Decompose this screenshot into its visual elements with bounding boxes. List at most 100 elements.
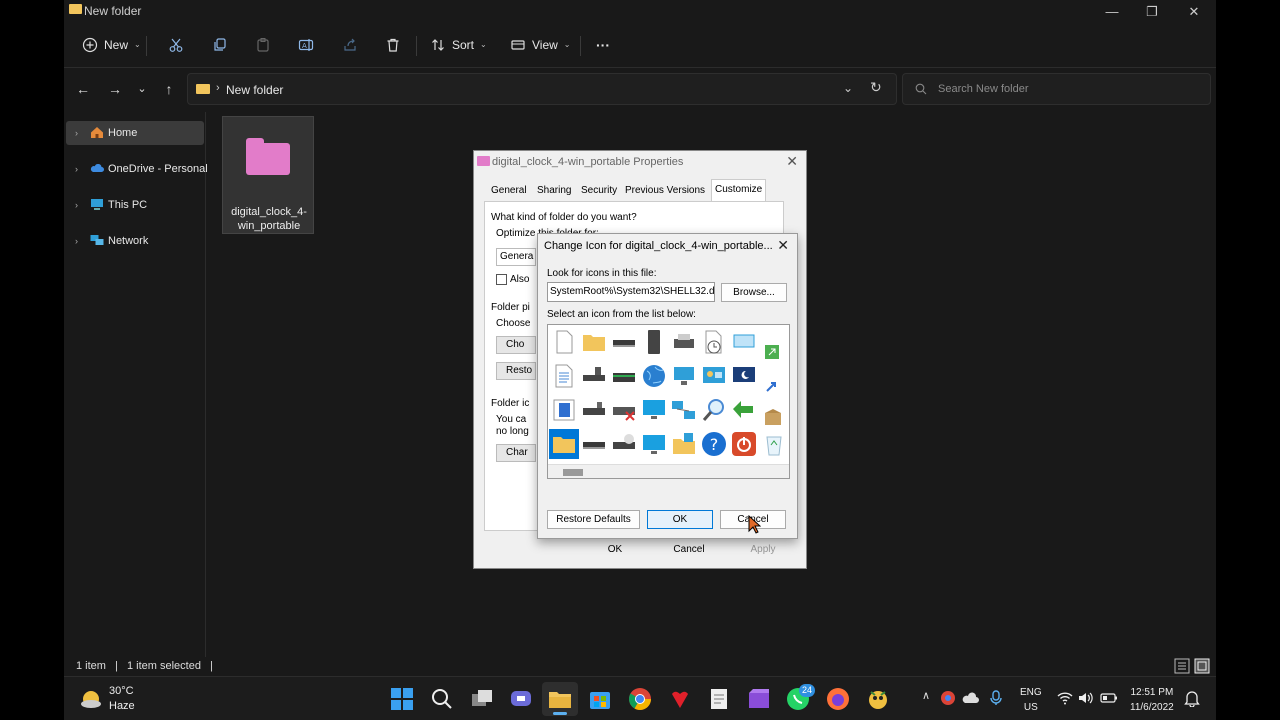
also-apply-checkbox[interactable] xyxy=(496,274,507,285)
change-icon-button[interactable]: Char xyxy=(496,444,536,462)
sidebar-item-onedrive[interactable]: › OneDrive - Personal xyxy=(66,157,208,181)
refresh-button[interactable]: ↻ xyxy=(870,79,882,96)
copy-button[interactable] xyxy=(212,34,228,56)
ok-button[interactable]: OK xyxy=(582,541,648,559)
sidebar-item-this-pc[interactable]: › This PC xyxy=(66,193,204,217)
hard-drive-icon[interactable] xyxy=(611,363,637,389)
folder-grid-icon[interactable] xyxy=(671,431,697,457)
cd-drive-icon[interactable] xyxy=(611,431,637,457)
cancel-button[interactable]: Cancel xyxy=(656,541,722,559)
folder-item[interactable]: digital_clock_4-win_portable xyxy=(222,116,314,234)
close-button[interactable]: ✕ xyxy=(786,153,798,170)
globe-icon[interactable] xyxy=(641,363,667,389)
back-button[interactable]: ← xyxy=(72,80,94,98)
network-computer-icon[interactable] xyxy=(671,363,697,389)
delete-button[interactable] xyxy=(385,34,401,56)
search-icon[interactable] xyxy=(429,686,455,712)
huawei-icon[interactable] xyxy=(667,686,693,712)
choose-file-button[interactable]: Cho xyxy=(496,336,536,354)
display-icon[interactable] xyxy=(641,431,667,457)
tab-security[interactable]: Security xyxy=(578,181,620,201)
breadcrumb[interactable]: New folder xyxy=(226,83,283,97)
forward-button[interactable]: → xyxy=(104,80,126,98)
apply-button[interactable]: Apply xyxy=(730,541,796,559)
sidebar-item-home[interactable]: › Home xyxy=(66,121,204,145)
chevron-right-icon[interactable]: › xyxy=(75,157,78,181)
text-document-icon[interactable] xyxy=(551,363,577,389)
icon-file-input[interactable]: SystemRoot%\System32\SHELL32.dll xyxy=(547,282,715,302)
close-button[interactable]: ✕ xyxy=(777,237,789,254)
folder-icon[interactable] xyxy=(581,329,607,355)
chrome-tray-icon[interactable] xyxy=(940,690,956,706)
arrow-overlay-icon[interactable] xyxy=(761,373,787,399)
sort-button[interactable]: Sort ⌄ xyxy=(430,34,487,56)
disconnected-drive-icon[interactable] xyxy=(611,397,637,423)
blank-document-icon[interactable] xyxy=(551,329,577,355)
show-hidden-icons-button[interactable]: ∧ xyxy=(922,689,930,702)
new-button[interactable]: New ⌄ xyxy=(82,34,141,56)
firefox-icon[interactable] xyxy=(825,686,851,712)
program-window-icon[interactable] xyxy=(551,397,577,423)
device-icon[interactable] xyxy=(641,329,667,355)
notepad-icon[interactable] xyxy=(706,686,732,712)
icon-list[interactable]: ? xyxy=(547,324,790,479)
close-button[interactable]: ✕ xyxy=(1174,2,1214,22)
weather-widget[interactable]: 30°C Haze xyxy=(109,684,135,714)
tab-general[interactable]: General xyxy=(488,181,530,201)
shortcut-icon[interactable] xyxy=(761,337,787,363)
optimize-select[interactable]: Genera xyxy=(496,248,536,266)
chevron-right-icon[interactable]: › xyxy=(75,193,78,217)
floppy-drive-icon[interactable] xyxy=(581,397,607,423)
restore-default-button[interactable]: Resto xyxy=(496,362,536,380)
help-icon[interactable]: ? xyxy=(701,431,727,457)
character-app-icon[interactable] xyxy=(865,686,891,712)
wifi-icon[interactable] xyxy=(1057,691,1073,705)
sidebar-item-network[interactable]: › Network xyxy=(66,229,204,253)
search-input[interactable]: Search New folder xyxy=(902,73,1211,105)
minimize-button[interactable]: — xyxy=(1092,2,1132,22)
cut-button[interactable] xyxy=(168,34,184,56)
ok-button[interactable]: OK xyxy=(647,510,713,529)
network-connections-icon[interactable] xyxy=(671,397,697,423)
sleep-monitor-icon[interactable] xyxy=(731,363,757,389)
magnifier-icon[interactable] xyxy=(701,397,727,423)
microsoft-store-icon[interactable] xyxy=(587,686,613,712)
onedrive-tray-icon[interactable] xyxy=(962,691,980,705)
green-arrow-icon[interactable] xyxy=(731,397,757,423)
browse-button[interactable]: Browse... xyxy=(721,283,787,302)
tab-sharing[interactable]: Sharing xyxy=(534,181,574,201)
scrollbar-thumb[interactable] xyxy=(563,469,583,476)
drive-icon[interactable] xyxy=(611,329,637,355)
monitor-icon[interactable] xyxy=(641,397,667,423)
view-button[interactable]: View ⌄ xyxy=(510,34,571,56)
control-panel-icon[interactable] xyxy=(701,363,727,389)
maximize-button[interactable]: ❐ xyxy=(1132,2,1172,22)
box-icon[interactable] xyxy=(761,405,787,431)
battery-icon[interactable] xyxy=(1100,691,1118,705)
drive-icon[interactable] xyxy=(581,431,607,457)
tab-customize[interactable]: Customize xyxy=(711,179,767,201)
recent-locations-button[interactable]: ⌄ xyxy=(131,80,153,98)
chat-icon[interactable] xyxy=(508,686,534,712)
more-options-button[interactable]: ··· xyxy=(596,34,610,56)
windows-start-icon[interactable] xyxy=(389,686,415,712)
volume-icon[interactable] xyxy=(1078,691,1094,705)
address-bar[interactable]: › New folder ⌄ xyxy=(187,73,897,105)
notifications-icon[interactable] xyxy=(1184,689,1200,707)
selected-icon-cell[interactable] xyxy=(549,429,579,459)
power-icon[interactable] xyxy=(731,431,757,457)
chevron-right-icon[interactable]: › xyxy=(75,121,78,145)
clock[interactable]: 12:51 PM 11/6/2022 xyxy=(1130,685,1174,715)
horizontal-scrollbar[interactable] xyxy=(548,464,789,478)
paste-button[interactable] xyxy=(255,34,271,56)
task-view-icon[interactable] xyxy=(469,686,495,712)
recent-document-icon[interactable] xyxy=(701,329,727,355)
weather-sun-icon[interactable] xyxy=(78,686,104,712)
taskbar-file-explorer-active[interactable] xyxy=(542,682,578,716)
rename-button[interactable]: A xyxy=(298,34,314,56)
removable-drive-icon[interactable] xyxy=(581,363,607,389)
tab-previous-versions[interactable]: Previous Versions xyxy=(622,181,708,201)
recycle-bin-icon[interactable] xyxy=(761,431,787,457)
restore-defaults-button[interactable]: Restore Defaults xyxy=(547,510,640,529)
share-button[interactable] xyxy=(342,34,358,56)
